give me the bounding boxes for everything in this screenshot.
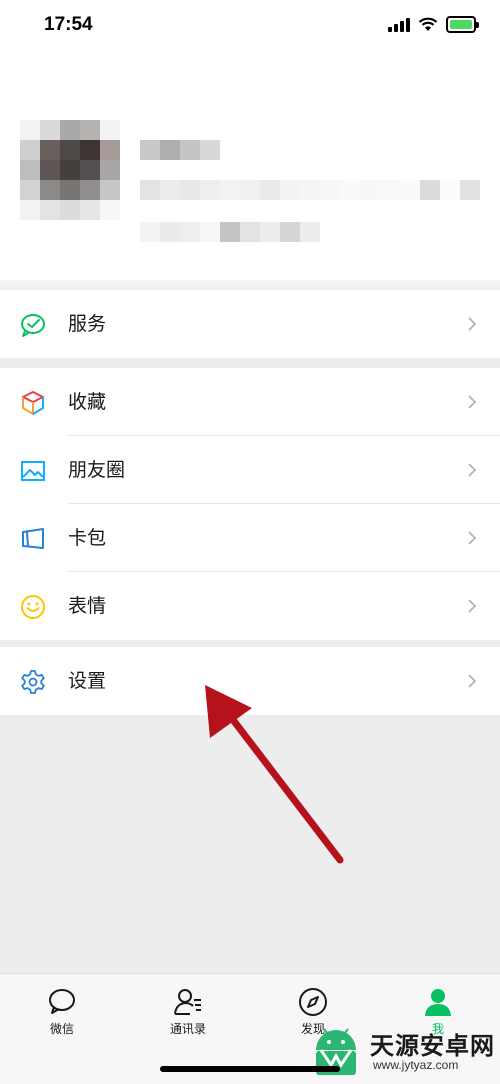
home-indicator[interactable]	[160, 1066, 340, 1072]
menu-group-settings: 设置	[0, 647, 500, 715]
wifi-icon	[418, 17, 438, 31]
chevron-right-icon	[468, 674, 477, 688]
menu-label-cards: 卡包	[68, 527, 107, 549]
chevron-right-icon	[468, 531, 477, 545]
chevron-right-icon	[468, 317, 477, 331]
watermark-name: 天源安卓网	[370, 1032, 495, 1060]
status-icons	[388, 16, 479, 33]
menu-label-services: 服务	[68, 313, 107, 335]
menu-label-moments: 朋友圈	[68, 459, 126, 481]
image-icon	[21, 461, 45, 481]
menu-label-favorites: 收藏	[68, 391, 107, 413]
chevron-right-icon	[468, 599, 477, 613]
menu-item-moments[interactable]: 朋友圈	[0, 436, 500, 504]
watermark-url: www.jytyaz.com	[373, 1058, 459, 1072]
tab-label: 微信	[49, 1022, 74, 1036]
services-icon	[21, 314, 45, 337]
compass-icon	[299, 988, 327, 1016]
tab-contacts[interactable]: 通讯录	[138, 986, 238, 1037]
battery-icon	[446, 16, 479, 33]
profile-header[interactable]	[0, 56, 500, 280]
menu-item-services[interactable]: 服务	[0, 290, 500, 358]
status-time: 17:54	[44, 14, 93, 35]
smiley-face-icon	[21, 595, 45, 619]
chevron-right-icon	[468, 463, 477, 477]
nickname-blurred	[140, 140, 220, 160]
menu-item-favorites[interactable]: 收藏	[0, 368, 500, 436]
person-icon	[425, 989, 451, 1016]
cube-icon	[22, 391, 44, 415]
signal-icon	[388, 17, 410, 32]
avatar[interactable]	[20, 120, 120, 220]
card-wallet-icon	[22, 528, 44, 549]
menu-item-stickers[interactable]: 表情	[0, 572, 500, 640]
menu-label-settings: 设置	[68, 670, 107, 692]
menu-item-settings[interactable]: 设置	[0, 647, 500, 715]
tab-chats[interactable]: 微信	[12, 986, 112, 1037]
menu-group-services: 服务	[0, 290, 500, 358]
contacts-icon	[174, 989, 201, 1015]
chevron-right-icon	[468, 395, 477, 409]
status-blurred	[140, 222, 320, 242]
menu-group-main: 收藏 朋友圈 卡包 表情	[0, 368, 500, 640]
menu-item-cards[interactable]: 卡包	[0, 504, 500, 572]
gear-icon	[21, 670, 45, 694]
profile-separator	[0, 280, 500, 290]
chat-bubble-icon	[49, 989, 75, 1014]
wechat-id-blurred	[140, 180, 480, 200]
status-bar: 17:54	[0, 0, 500, 56]
menu-label-stickers: 表情	[68, 595, 107, 617]
tab-label: 通讯录	[169, 1022, 206, 1036]
